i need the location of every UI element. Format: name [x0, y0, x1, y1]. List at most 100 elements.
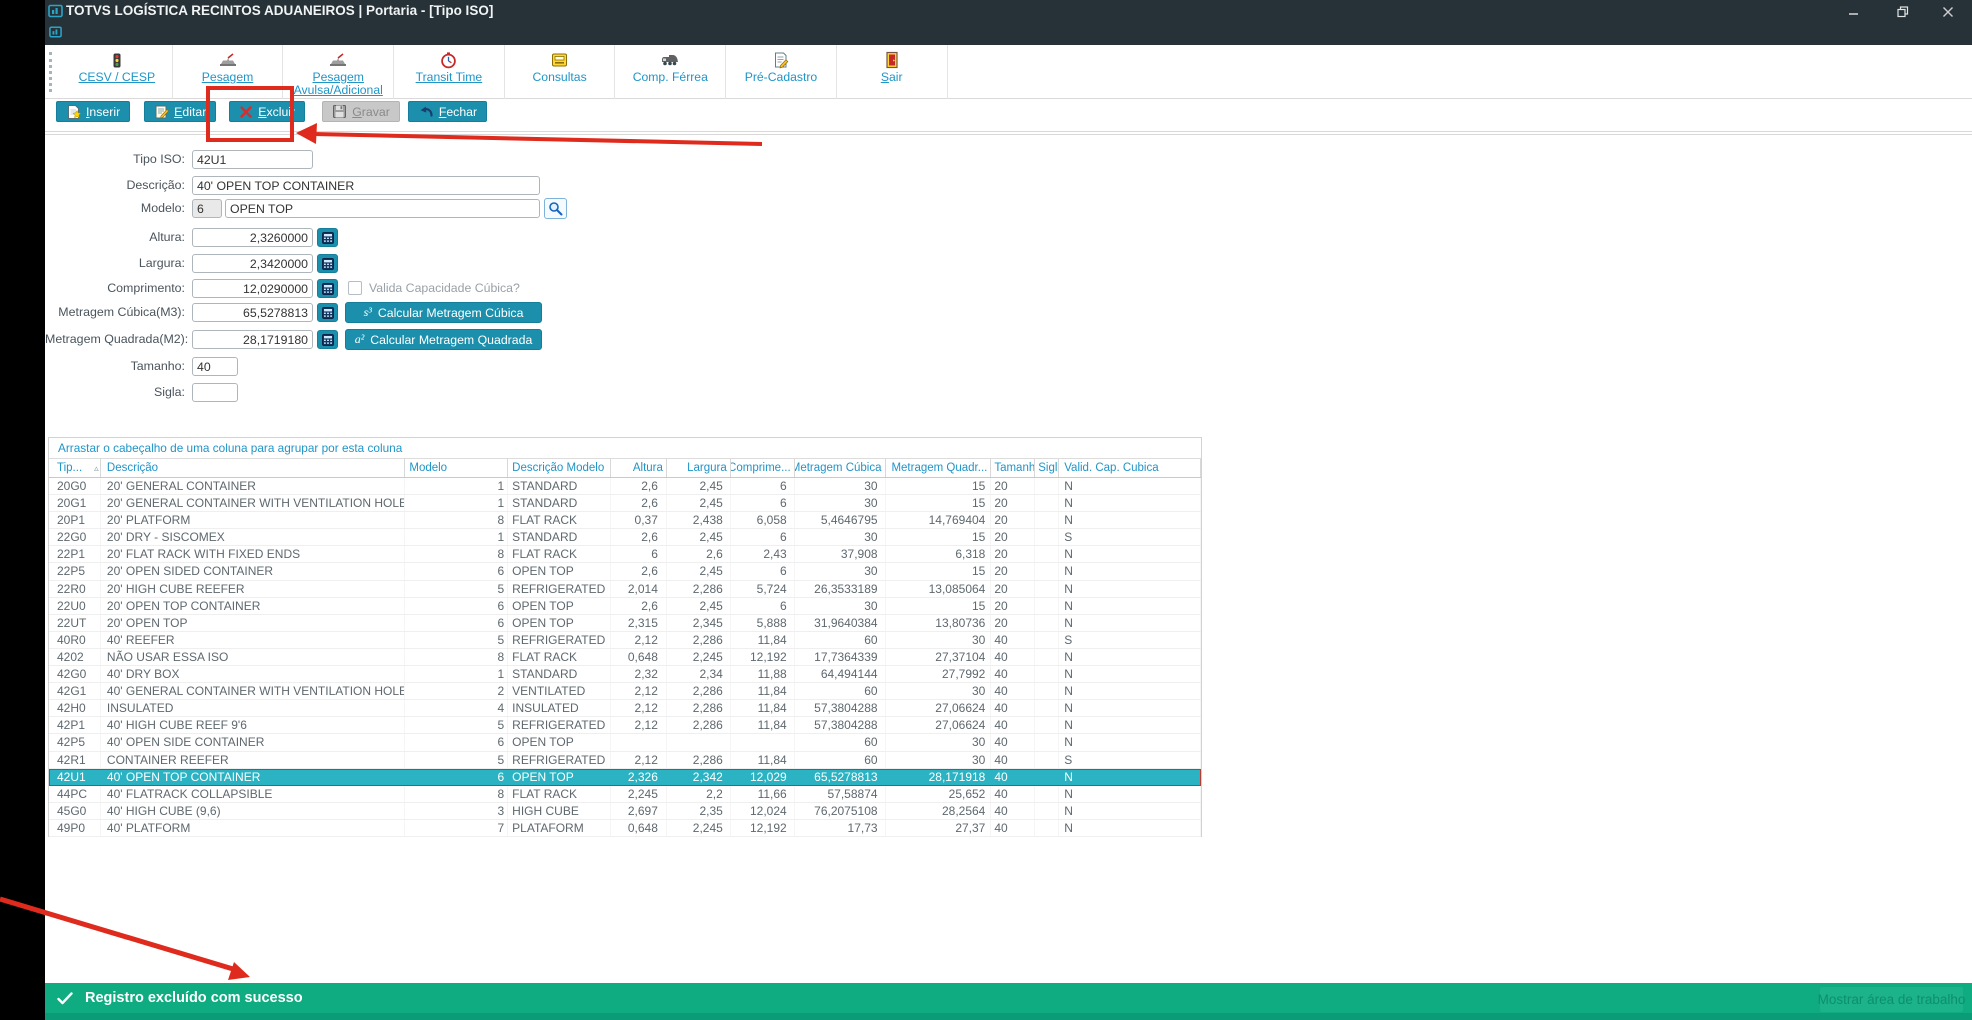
- column-header[interactable]: Altura: [611, 459, 667, 477]
- table-row-22R0[interactable]: 22R0 20' HIGH CUBE REEFER 5 REFRIGERATED…: [49, 580, 1201, 598]
- exit-door-icon: [885, 49, 899, 71]
- column-header[interactable]: Sigla: [1035, 459, 1060, 477]
- cell-descricao-modelo: HIGH CUBE: [508, 802, 611, 819]
- tipo-iso-field[interactable]: [192, 150, 313, 169]
- cell-valida-cap-cubica: S: [1059, 631, 1201, 648]
- fechar-button[interactable]: Fechar: [407, 101, 488, 122]
- valida-capacidade-checkbox[interactable]: [348, 281, 362, 295]
- cell-descricao: 40' OPEN SIDE CONTAINER: [101, 734, 406, 751]
- modelo-desc-field[interactable]: [225, 199, 540, 218]
- table-row-22P5[interactable]: 22P5 20' OPEN SIDED CONTAINER 6 OPEN TOP…: [49, 563, 1201, 581]
- table-row-22G0[interactable]: 22G0 20' DRY - SISCOMEX 1 STANDARD 2,6 2…: [49, 529, 1201, 547]
- column-header[interactable]: Descrição Modelo: [508, 459, 611, 477]
- toolbar-item-comp-ferrea[interactable]: Comp. Férrea: [615, 45, 727, 99]
- column-header[interactable]: Descrição: [101, 459, 406, 477]
- cell-valida-cap-cubica: N: [1059, 614, 1201, 631]
- descricao-field[interactable]: [192, 176, 540, 195]
- toolbar-item-consultas[interactable]: Consultas: [505, 45, 616, 99]
- metragem-quadrada-field[interactable]: [192, 330, 313, 349]
- table-row-44PC[interactable]: 44PC 40' FLATRACK COLLAPSIBLE 8 FLAT RAC…: [49, 785, 1201, 803]
- column-header[interactable]: Metragem Quadr...: [886, 459, 992, 477]
- toolbar-item-transit-time[interactable]: Transit Time: [394, 45, 505, 99]
- cell-sigla: [1035, 546, 1060, 563]
- stopwatch-icon: [440, 49, 457, 71]
- table-row-42P1[interactable]: 42P1 40' HIGH CUBE REEF 9'6 5 REFRIGERAT…: [49, 717, 1201, 735]
- largura-calculator-button[interactable]: [317, 254, 338, 273]
- show-desktop-tooltip[interactable]: Mostrar área de trabalho: [1818, 987, 1965, 1012]
- calcular-metragem-cubica-button[interactable]: s³ Calcular Metragem Cúbica: [345, 302, 542, 323]
- editar-button[interactable]: Editar: [144, 101, 217, 122]
- comprimento-field[interactable]: [192, 279, 313, 298]
- table-row-42P5[interactable]: 42P5 40' OPEN SIDE CONTAINER 6 OPEN TOP …: [49, 734, 1201, 752]
- column-header[interactable]: Comprime...: [731, 459, 795, 477]
- undo-arrow-icon: [418, 105, 434, 119]
- table-row-42U1[interactable]: 42U1 40' OPEN TOP CONTAINER 6 OPEN TOP 2…: [49, 768, 1201, 786]
- group-by-hint[interactable]: Arrastar o cabeçalho de uma coluna para …: [49, 438, 1201, 459]
- metragem-quadrada-calculator-button[interactable]: [317, 330, 338, 349]
- column-header[interactable]: Metragem Cúbica: [795, 459, 886, 477]
- cell-valida-cap-cubica: N: [1059, 785, 1201, 802]
- cell-metragem-cubica: 17,73: [795, 819, 886, 836]
- toolbar-item-pesagem[interactable]: Pesagem: [173, 45, 284, 99]
- cell-valida-cap-cubica: N: [1059, 819, 1201, 836]
- cell-descricao-modelo: REFRIGERATED: [508, 580, 611, 597]
- divider: [45, 131, 1972, 132]
- sigla-field[interactable]: [192, 383, 238, 402]
- cell-tipo-iso: 22P5: [49, 563, 101, 580]
- minimize-icon[interactable]: [1838, 3, 1868, 20]
- cell-descricao: 20' HIGH CUBE REEFER: [101, 580, 406, 597]
- metragem-cubica-calculator-button[interactable]: [317, 303, 338, 322]
- column-header[interactable]: Tamanho: [991, 459, 1036, 477]
- close-icon[interactable]: [1933, 3, 1963, 20]
- table-row-45G0[interactable]: 45G0 40' HIGH CUBE (9,6) 3 HIGH CUBE 2,6…: [49, 802, 1201, 820]
- table-row-22UT[interactable]: 22UT 20' OPEN TOP 6 OPEN TOP 2,315 2,345…: [49, 614, 1201, 632]
- cell-largura: 2,286: [667, 751, 731, 768]
- table-row-4202[interactable]: 4202 NÃO USAR ESSA ISO 8 FLAT RACK 0,648…: [49, 648, 1201, 667]
- column-header[interactable]: Tip... ▵: [49, 459, 101, 477]
- altura-calculator-button[interactable]: [317, 228, 338, 247]
- column-header[interactable]: Modelo: [405, 459, 509, 477]
- table-row-40R0[interactable]: 40R0 40' REEFER 5 REFRIGERATED 2,12 2,28…: [49, 631, 1201, 649]
- toolbar-item-pesagem-avulsa[interactable]: Pesagem Avulsa/Adicional: [283, 45, 395, 99]
- table-row-42R1[interactable]: 42R1 CONTAINER REEFER 5 REFRIGERATED 2,1…: [49, 751, 1201, 769]
- excluir-button[interactable]: Excluir: [229, 101, 306, 122]
- modelo-code-field[interactable]: [192, 199, 222, 218]
- table-row-20P1[interactable]: 20P1 20' PLATFORM 8 FLAT RACK 0,37 2,438…: [49, 512, 1201, 530]
- toolbar-item-cesv-cesp[interactable]: CESV / CESP: [62, 45, 173, 99]
- metragem-cubica-field[interactable]: [192, 303, 313, 322]
- cell-largura: 2,286: [667, 717, 731, 734]
- table-row-22P1[interactable]: 22P1 20' FLAT RACK WITH FIXED ENDS 8 FLA…: [49, 546, 1201, 564]
- table-row-42H0[interactable]: 42H0 INSULATED 4 INSULATED 2,12 2,286 11…: [49, 700, 1201, 718]
- table-row-42G1[interactable]: 42G1 40' GENERAL CONTAINER WITH VENTILAT…: [49, 683, 1201, 701]
- inserir-button[interactable]: Inserir: [56, 101, 131, 122]
- cell-descricao: 40' HIGH CUBE (9,6): [101, 802, 406, 819]
- cell-tipo-iso: 40R0: [49, 631, 101, 648]
- restore-icon[interactable]: [1888, 3, 1918, 20]
- cell-largura: 2,342: [692, 769, 723, 784]
- table-row-49P0[interactable]: 49P0 40' PLATFORM 7 PLATAFORM 0,648 2,24…: [49, 819, 1201, 837]
- cell-altura: [611, 734, 667, 751]
- metragem-quadrada-label: Metragem Quadrada(M2):: [45, 332, 189, 346]
- table-row-20G1[interactable]: 20G1 20' GENERAL CONTAINER WITH VENTILAT…: [49, 495, 1201, 513]
- cell-largura: 2,286: [667, 631, 731, 648]
- table-row-42G0[interactable]: 42G0 40' DRY BOX 1 STANDARD 2,32 2,34 11…: [49, 666, 1201, 684]
- table-row-22U0[interactable]: 22U0 20' OPEN TOP CONTAINER 6 OPEN TOP 2…: [49, 597, 1201, 615]
- cell-largura: 2,45: [667, 495, 731, 512]
- gravar-button[interactable]: Gravar: [322, 101, 400, 122]
- largura-field[interactable]: [192, 254, 313, 273]
- toolbar-drag-handle[interactable]: [49, 52, 52, 92]
- calcular-metragem-quadrada-button[interactable]: a² Calcular Metragem Quadrada: [345, 329, 542, 350]
- toolbar-item-pre-cadastro[interactable]: Pré-Cadastro: [726, 45, 837, 99]
- cell-descricao-modelo: STANDARD: [508, 478, 611, 495]
- altura-field[interactable]: [192, 228, 313, 247]
- tamanho-field[interactable]: [192, 357, 238, 376]
- toolbar-item-sair[interactable]: Sair: [837, 45, 948, 99]
- cell-modelo: 6: [405, 563, 509, 580]
- column-header[interactable]: Valid. Cap. Cubica: [1059, 459, 1201, 477]
- modelo-search-button[interactable]: [544, 198, 567, 219]
- table-row-20G0[interactable]: 20G0 20' GENERAL CONTAINER 1 STANDARD 2,…: [49, 478, 1201, 496]
- comprimento-calculator-button[interactable]: [317, 279, 338, 298]
- column-header[interactable]: Largura: [667, 459, 731, 477]
- cell-descricao-modelo: PLATAFORM: [508, 819, 611, 836]
- cell-valida-cap-cubica: N: [1059, 700, 1201, 717]
